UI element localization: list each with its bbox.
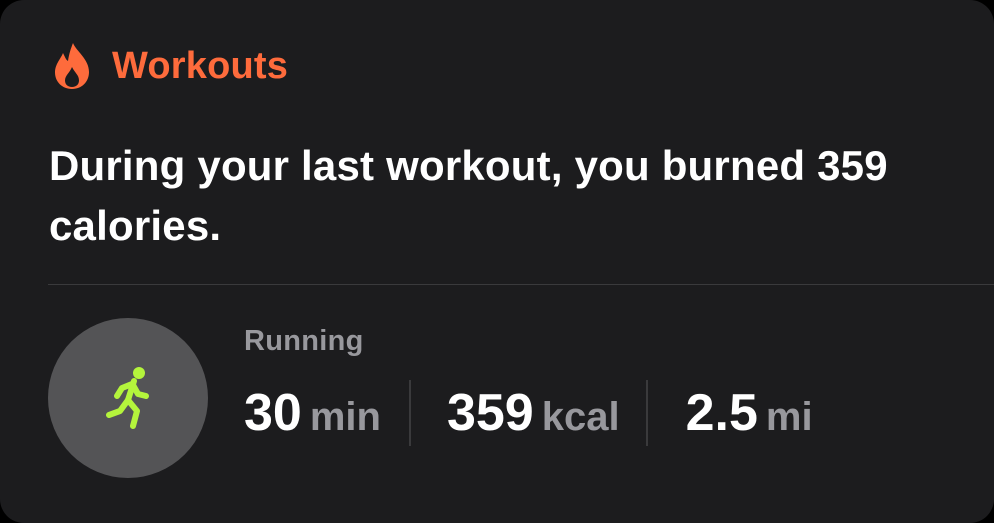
activity-badge — [48, 318, 208, 478]
stat-value: 30 — [244, 384, 302, 442]
running-figure-icon — [106, 367, 149, 429]
activity-type-label: Running — [244, 325, 364, 357]
stat-separator — [408, 380, 411, 446]
divider — [48, 284, 994, 285]
workout-stats: 30 min 359 kcal 2.5 mi — [244, 380, 813, 446]
stat-duration: 30 min — [244, 387, 381, 439]
stat-unit: kcal — [541, 395, 620, 439]
stat-unit: min — [309, 395, 381, 439]
card-header: Workouts — [52, 40, 288, 92]
stat-value: 359 — [446, 384, 534, 442]
stat-energy: 359 kcal — [447, 387, 620, 439]
stat-value: 2.5 — [685, 384, 758, 442]
stat-unit: mi — [765, 395, 813, 439]
stat-separator — [645, 380, 648, 446]
workout-summary: During your last workout, you burned 359… — [49, 142, 888, 249]
stat-distance: 2.5 mi — [686, 387, 813, 439]
card-title: Workouts — [112, 45, 289, 87]
flame-icon — [55, 43, 89, 89]
workouts-card[interactable]: Workouts During your last workout, you b… — [0, 0, 994, 523]
